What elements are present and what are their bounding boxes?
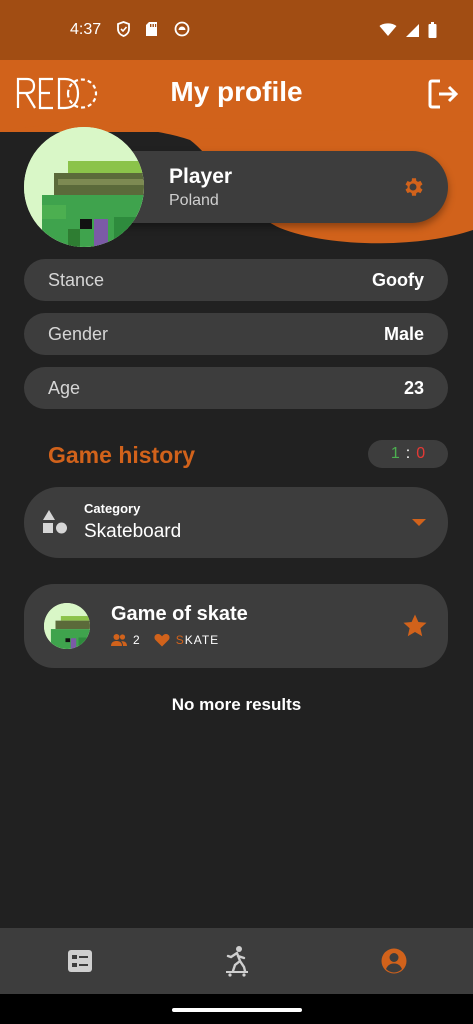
game-list-item[interactable]: Game of skate 2 SKATE [24, 584, 448, 668]
wifi-icon [379, 23, 397, 42]
people-icon [111, 634, 127, 646]
game-history-title: Game history [48, 442, 195, 468]
status-time: 4:37 [70, 21, 102, 38]
gender-row: Gender Male [24, 313, 448, 355]
signal-icon [405, 23, 420, 43]
game-meta: 2 SKATE [111, 633, 219, 647]
heart-icon [154, 634, 170, 647]
skate-letters: SKATE [176, 633, 219, 647]
score-badge: 1 : 0 [368, 440, 448, 468]
game-avatar [44, 603, 90, 649]
stance-label: Stance [48, 270, 105, 290]
score-separator: : [405, 445, 411, 462]
sync-icon [174, 21, 190, 37]
logout-icon[interactable] [427, 78, 461, 110]
skate-letters-earned: S [175, 633, 185, 647]
player-name: Player [169, 165, 233, 188]
chevron-down-icon [412, 519, 426, 526]
category-value: Skateboard [84, 521, 182, 542]
avatar[interactable] [24, 127, 144, 247]
no-more-results: No more results [171, 695, 302, 714]
category-label: Category [84, 501, 141, 516]
stance-row: Stance Goofy [24, 259, 448, 301]
home-indicator[interactable] [172, 1008, 302, 1012]
battery-icon [428, 22, 437, 43]
age-label: Age [48, 378, 81, 398]
status-icons-left [116, 21, 190, 37]
star-icon[interactable] [402, 613, 428, 639]
status-bar: 4:37 [0, 0, 473, 60]
bottom-navigation [0, 928, 473, 994]
dashboard-icon[interactable] [65, 945, 95, 977]
game-title: Game of skate [111, 603, 248, 625]
sd-card-icon [145, 21, 160, 37]
gear-icon[interactable] [401, 175, 425, 199]
score-wins: 1 [390, 445, 400, 462]
category-dropdown[interactable]: Category Skateboard [24, 487, 448, 558]
shapes-icon [43, 510, 67, 534]
shield-icon [116, 21, 131, 37]
age-value: 23 [403, 378, 424, 398]
status-icons-right [379, 22, 437, 43]
account-icon[interactable] [379, 945, 409, 977]
stance-value: Goofy [372, 270, 424, 290]
age-row: Age 23 [24, 367, 448, 409]
score-losses: 0 [416, 445, 426, 462]
system-navigation-bar [0, 994, 473, 1024]
gender-value: Male [383, 324, 424, 344]
gender-label: Gender [48, 324, 109, 344]
page-title: My profile [170, 76, 303, 107]
skate-letters-rest: KATE [184, 633, 220, 647]
player-country: Poland [169, 192, 219, 209]
skateboarder-icon[interactable] [221, 945, 251, 977]
player-count: 2 [133, 633, 140, 647]
